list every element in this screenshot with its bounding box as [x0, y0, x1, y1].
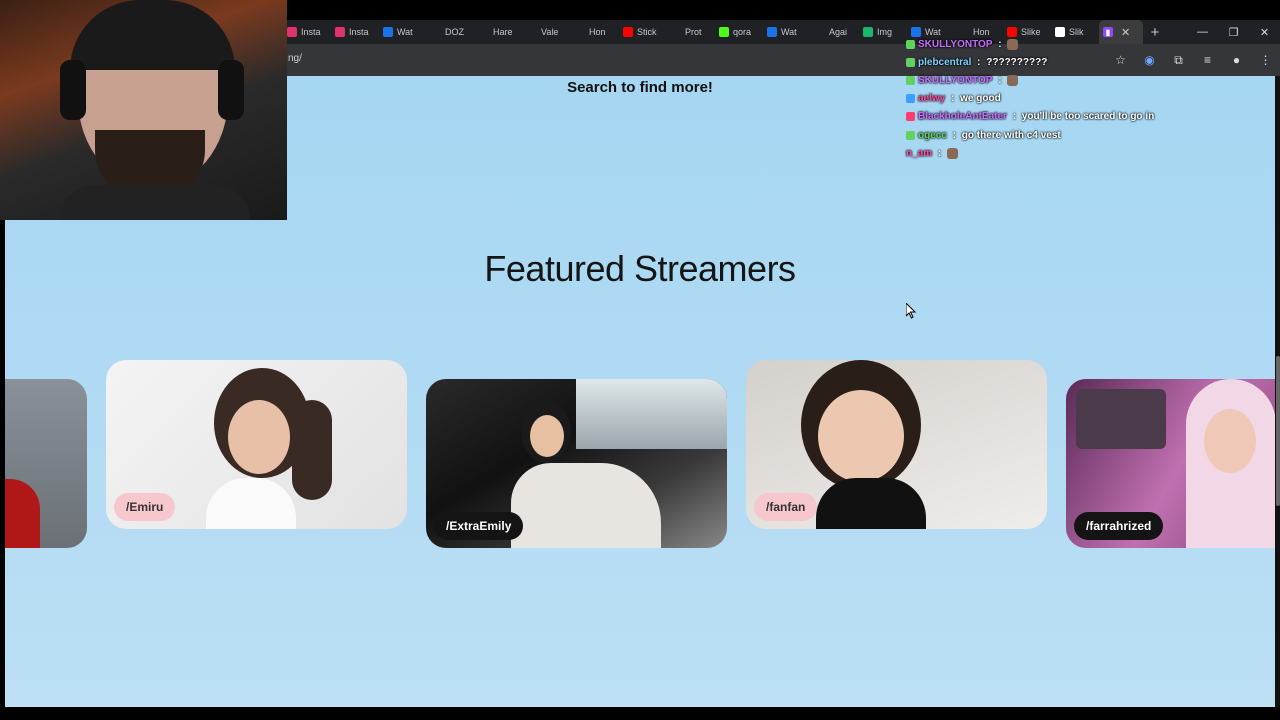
- chat-text: we good: [960, 93, 1001, 105]
- chat-emote-icon: [1007, 74, 1019, 86]
- chat-username[interactable]: n_am: [906, 148, 932, 159]
- tab-3[interactable]: DOZ: [427, 20, 475, 44]
- tab-0[interactable]: Insta: [283, 20, 331, 44]
- chat-message: aelwy : we good: [906, 90, 1246, 108]
- chat-emote-icon: [947, 147, 959, 159]
- tab-5[interactable]: Vale: [523, 20, 571, 44]
- streamer-card-extraemily[interactable]: /ExtraEmily: [426, 379, 727, 548]
- chat-separator: :: [949, 129, 959, 141]
- tiktok-icon: [671, 27, 681, 37]
- chat-badge-icon: [906, 39, 915, 49]
- tab-label: Hon: [589, 27, 606, 37]
- chat-text: you'll be too scared to go in: [1021, 111, 1155, 123]
- tab-8[interactable]: Prot: [667, 20, 715, 44]
- scrollbar-thumb[interactable]: [1276, 356, 1280, 506]
- globe-icon: [383, 27, 393, 37]
- streamer-name-tag: /ExtraEmily: [434, 512, 524, 540]
- chat-emote-icon: [1007, 38, 1019, 50]
- tab-11[interactable]: Agai: [811, 20, 859, 44]
- chat-username[interactable]: SKULLYONTOP: [918, 75, 992, 86]
- tab-label: Vale: [541, 27, 559, 37]
- streamer-name-tag: /Emiru: [114, 493, 176, 521]
- featured-streamers-title: Featured Streamers: [484, 248, 796, 289]
- chat-message: plebcentral : ??????????: [906, 53, 1246, 71]
- tab-label: Wat: [781, 27, 797, 37]
- chat-message: n_am :: [906, 144, 1246, 162]
- tab-label: Hare: [493, 27, 513, 37]
- tab-9[interactable]: qora: [715, 20, 763, 44]
- chat-text: ??????????: [986, 56, 1048, 68]
- chat-badge-icon: [906, 57, 915, 67]
- streamer-card-farrahrized[interactable]: /farrahrized: [1066, 379, 1275, 548]
- tab-12[interactable]: Img: [859, 20, 907, 44]
- card-photo: [1076, 389, 1166, 449]
- tab-1[interactable]: Insta: [331, 20, 379, 44]
- tab-label: Prot: [685, 27, 702, 37]
- x-icon: [431, 27, 441, 37]
- chat-badge-icon: [906, 94, 915, 104]
- x-icon: [479, 27, 489, 37]
- globe-icon: [767, 27, 777, 37]
- close-window-icon[interactable]: ✕: [1249, 26, 1280, 39]
- chat-message: BlackholeAntEater : you'll be too scared…: [906, 108, 1246, 126]
- streamer-card-partial[interactable]: [5, 379, 87, 548]
- tab-10[interactable]: Wat: [763, 20, 811, 44]
- menu-icon[interactable]: ⋮: [1251, 53, 1280, 67]
- x-icon: [575, 27, 585, 37]
- streamer-name-tag: /farrahrized: [1074, 512, 1164, 540]
- streamer-name-tag: /fanfan: [754, 493, 818, 521]
- imgur-icon: [863, 27, 873, 37]
- instagram-icon: [287, 27, 297, 37]
- card-photo: [576, 379, 727, 449]
- chat-separator: :: [995, 74, 1005, 86]
- tab-4[interactable]: Hare: [475, 20, 523, 44]
- chat-username[interactable]: SKULLYONTOP: [918, 39, 992, 50]
- streamer-card-fanfan[interactable]: /fanfan: [746, 360, 1047, 529]
- tab-label: Img: [877, 27, 893, 37]
- chat-text: go there with c4 vest: [961, 129, 1061, 141]
- tab-6[interactable]: Hon: [571, 20, 619, 44]
- chat-message: SKULLYONTOP :: [906, 71, 1246, 89]
- chat-username[interactable]: BlackholeAntEater: [918, 111, 1007, 122]
- chat-separator: :: [948, 93, 958, 105]
- tab-label: qora: [733, 27, 752, 37]
- chat-separator: :: [974, 56, 984, 68]
- tab-label: Agai: [829, 27, 848, 37]
- chat-username[interactable]: plebcentral: [918, 57, 971, 68]
- kick-icon: [719, 27, 729, 37]
- chat-separator: :: [995, 38, 1005, 50]
- tab-label: DOZ: [445, 27, 464, 37]
- webcam-overlay: [0, 0, 287, 220]
- stream-chat-overlay: SKULLYONTOP : plebcentral : ?????????? SK…: [906, 35, 1246, 162]
- instagram-icon: [335, 27, 345, 37]
- tab-label: Insta: [301, 27, 321, 37]
- card-photo: [5, 479, 40, 548]
- chat-badge-icon: [906, 112, 915, 122]
- page-scrollbar[interactable]: [1275, 76, 1280, 707]
- chat-badge-icon: [906, 130, 915, 140]
- chat-badge-icon: [906, 75, 915, 85]
- tiktok-icon: [815, 27, 825, 37]
- tab-label: Insta: [349, 27, 369, 37]
- url-field[interactable]: ng/: [288, 53, 302, 64]
- tab-7[interactable]: Stick: [619, 20, 667, 44]
- streamer-card-emiru[interactable]: /Emiru: [106, 360, 407, 529]
- chat-username[interactable]: aelwy: [918, 93, 945, 104]
- chat-message: ogecc : go there with c4 vest: [906, 126, 1246, 144]
- chat-separator: :: [935, 147, 945, 159]
- tab-2[interactable]: Wat: [379, 20, 427, 44]
- chat-message: SKULLYONTOP :: [906, 35, 1246, 53]
- youtube-icon: [623, 27, 633, 37]
- screen: Insta Insta Wat DOZ Hare Vale Hon Stick Prot qora…: [0, 0, 1280, 720]
- tab-label: Wat: [397, 27, 413, 37]
- chat-separator: :: [1009, 111, 1019, 123]
- chat-username[interactable]: ogecc: [918, 130, 947, 141]
- x-icon: [527, 27, 537, 37]
- tab-label: Stick: [637, 27, 657, 37]
